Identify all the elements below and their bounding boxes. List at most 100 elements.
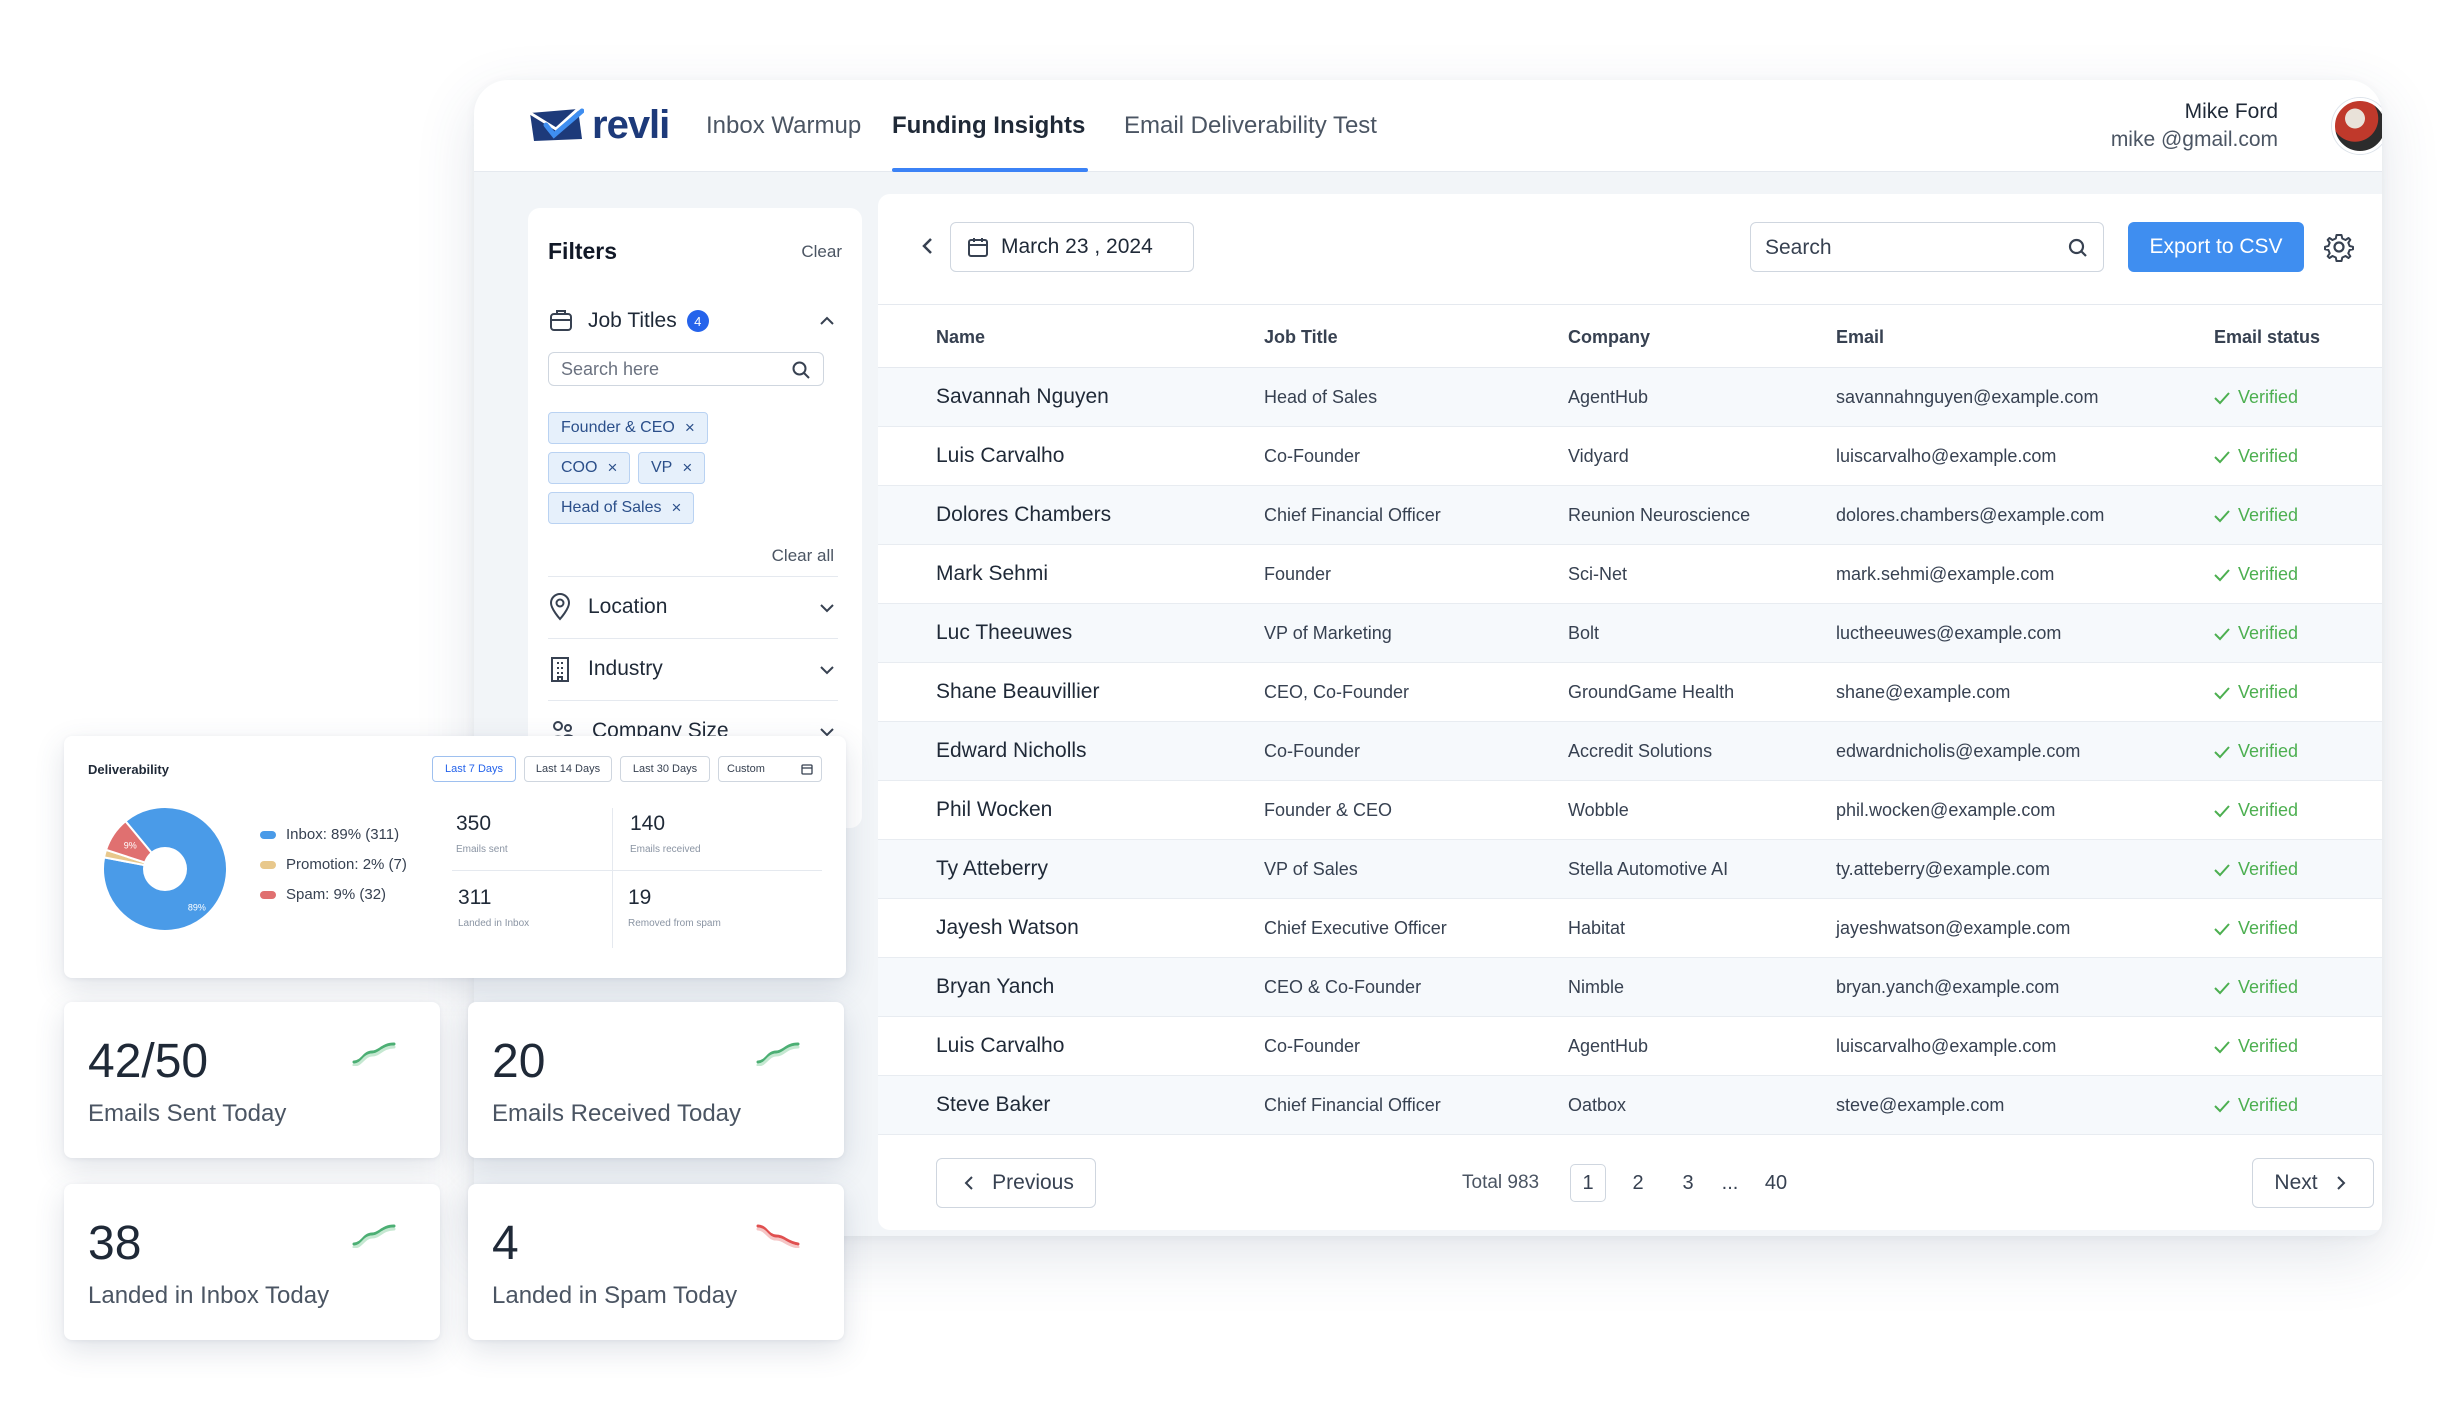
tab-custom[interactable]: Custom [718, 756, 822, 782]
kpi-label: Emails Sent Today [88, 1100, 287, 1127]
cell-job-title: CEO & Co-Founder [1264, 977, 1422, 997]
chevron-left-icon[interactable] [916, 234, 940, 258]
kpi-label: Emails Received Today [492, 1100, 742, 1127]
filters-panel: Filters Clear Job Titles 4 Search here F… [528, 208, 862, 828]
deliverability-card: Deliverability Last 7 Days Last 14 Days … [64, 736, 846, 978]
table-row[interactable]: Bryan Yanch CEO & Co-Founder Nimble bryan.y… [878, 958, 2382, 1017]
kpi-landed-inbox-today: 38 Landed in Inbox Today [64, 1184, 440, 1340]
column-header-job-title[interactable]: Job Title [1264, 327, 1338, 348]
cell-email-status: Verified [2214, 1036, 2298, 1057]
table-row[interactable]: Luis Carvalho Co-Founder Vidyard luiscarval… [878, 427, 2382, 486]
stat-removed-spam-label: Removed from spam [628, 918, 721, 929]
page-3-button[interactable]: 3 [1670, 1164, 1706, 1202]
chevron-up-icon[interactable] [816, 310, 838, 332]
filters-title: Filters [548, 238, 618, 264]
cell-company: Accredit Solutions [1568, 741, 1713, 761]
chip-vp: VP × [638, 452, 706, 484]
cell-name: Jayesh Watson [936, 916, 1079, 939]
cell-email: edwardnicholis@example.com [1836, 741, 2081, 761]
kpi-label: Landed in Inbox Today [88, 1282, 330, 1309]
search-input[interactable]: Search [1750, 222, 2104, 272]
pie-center-hole [143, 847, 187, 891]
filters-clear-button[interactable]: Clear [801, 242, 842, 262]
stat-landed-inbox-label: Landed in Inbox [458, 918, 530, 929]
page-2-button[interactable]: 2 [1620, 1164, 1656, 1202]
job-titles-count-badge: 4 [686, 310, 709, 332]
cell-company: Nimble [1568, 977, 1625, 997]
cell-email-status: Verified [2214, 505, 2298, 526]
chip-label: Head of Sales [561, 499, 662, 516]
table-row[interactable]: Shane Beauvillier CEO, Co-Founder GroundGa… [878, 663, 2382, 722]
cell-name: Steve Baker [936, 1093, 1051, 1116]
status-label: Verified [2238, 446, 2299, 466]
clear-all-button[interactable]: Clear all [772, 546, 834, 566]
check-icon [2214, 863, 2230, 876]
table-row[interactable]: Steve Baker Chief Financial Officer Oatbox… [878, 1076, 2382, 1135]
cell-job-title: CEO, Co-Founder [1264, 682, 1410, 702]
envelope-logo-icon [529, 107, 584, 141]
close-icon[interactable]: × [685, 418, 695, 438]
filter-industry[interactable]: Industry [548, 638, 838, 698]
table-row[interactable]: Ty Atteberry VP of Sales Stella Automotive… [878, 840, 2382, 899]
filter-industry-label: Industry [588, 656, 663, 680]
search-icon[interactable] [791, 360, 811, 380]
table-row[interactable]: Savannah Nguyen Head of Sales AgentHub sava… [878, 368, 2382, 427]
cell-company: Bolt [1568, 623, 1600, 643]
status-label: Verified [2238, 1036, 2299, 1056]
avatar[interactable] [2332, 98, 2382, 154]
table-row[interactable]: Phil Wocken Founder & CEO Wobble phil.wocke… [878, 781, 2382, 840]
cell-name: Ty Atteberry [936, 857, 1049, 880]
tab-inbox-warmup[interactable]: Inbox Warmup [706, 112, 861, 140]
gear-icon[interactable] [2324, 232, 2354, 262]
chevron-down-icon [820, 666, 834, 675]
stats-divider-vertical [612, 808, 613, 948]
next-page-button[interactable]: Next [2252, 1158, 2374, 1208]
table-row[interactable]: Dolores Chambers Chief Financial Officer R… [878, 486, 2382, 545]
column-header-email-status[interactable]: Email status [2214, 327, 2320, 348]
cell-job-title: Co-Founder [1264, 1036, 1361, 1056]
column-header-email[interactable]: Email [1836, 327, 1884, 348]
stat-emails-sent-value: 350 [456, 812, 492, 835]
column-header-company[interactable]: Company [1568, 327, 1650, 348]
status-label: Verified [2238, 505, 2299, 525]
cell-job-title: Chief Financial Officer [1264, 1095, 1441, 1115]
tab-funding-insights[interactable]: Funding Insights [892, 112, 1085, 140]
revli-logo[interactable]: revli [528, 102, 670, 148]
status-label: Verified [2238, 682, 2299, 702]
job-titles-label: Job Titles [588, 309, 677, 332]
top-navigation-bar: revli Inbox Warmup Funding Insights Emai… [474, 80, 2382, 172]
job-titles-header[interactable]: Job Titles 4 [548, 306, 838, 336]
page-40-button[interactable]: 40 [1758, 1164, 1794, 1202]
close-icon[interactable]: × [672, 498, 682, 518]
search-icon[interactable] [2067, 237, 2089, 259]
cell-email-status: Verified [2214, 741, 2298, 762]
export-csv-button[interactable]: Export to CSV [2128, 222, 2304, 272]
legend-spam: Spam: 9% (32) [260, 886, 386, 903]
tab-last-30-days[interactable]: Last 30 Days [620, 756, 710, 782]
column-header-name[interactable]: Name [936, 327, 985, 348]
calendar-icon [801, 764, 813, 775]
stat-emails-received-label: Emails received [630, 844, 701, 855]
tab-last-7-days[interactable]: Last 7 Days [432, 756, 516, 782]
filter-location[interactable]: Location [548, 576, 838, 636]
kpi-value: 42/50 [88, 1035, 209, 1088]
table-row[interactable]: Edward Nicholls Co-Founder Accredit Soluti… [878, 722, 2382, 781]
cell-name: Savannah Nguyen [936, 385, 1109, 408]
check-icon [2214, 391, 2230, 404]
page-1-button[interactable]: 1 [1570, 1164, 1606, 1202]
tab-email-deliverability-test[interactable]: Email Deliverability Test [1124, 112, 1377, 140]
table-row[interactable]: Jayesh Watson Chief Executive Officer Habi… [878, 899, 2382, 958]
table-row[interactable]: Mark Sehmi Founder Sci-Net mark.sehmi@examp… [878, 545, 2382, 604]
legend-promotion-label: Promotion: 2% (7) [286, 856, 407, 873]
table-row[interactable]: Luis Carvalho Co-Founder AgentHub luiscarva… [878, 1017, 2382, 1076]
close-icon[interactable]: × [682, 458, 692, 478]
tab-last-14-days[interactable]: Last 14 Days [524, 756, 612, 782]
date-picker[interactable]: March 23 , 2024 [950, 222, 1194, 272]
previous-page-button[interactable]: Previous [936, 1158, 1096, 1208]
user-email: mike @gmail.com [2110, 128, 2278, 151]
close-icon[interactable]: × [607, 458, 617, 478]
cell-name: Dolores Chambers [936, 503, 1112, 526]
table-row[interactable]: Luc Theeuwes VP of Marketing Bolt luctheeuw… [878, 604, 2382, 663]
status-label: Verified [2238, 564, 2299, 584]
job-titles-search-input[interactable]: Search here [548, 352, 824, 386]
